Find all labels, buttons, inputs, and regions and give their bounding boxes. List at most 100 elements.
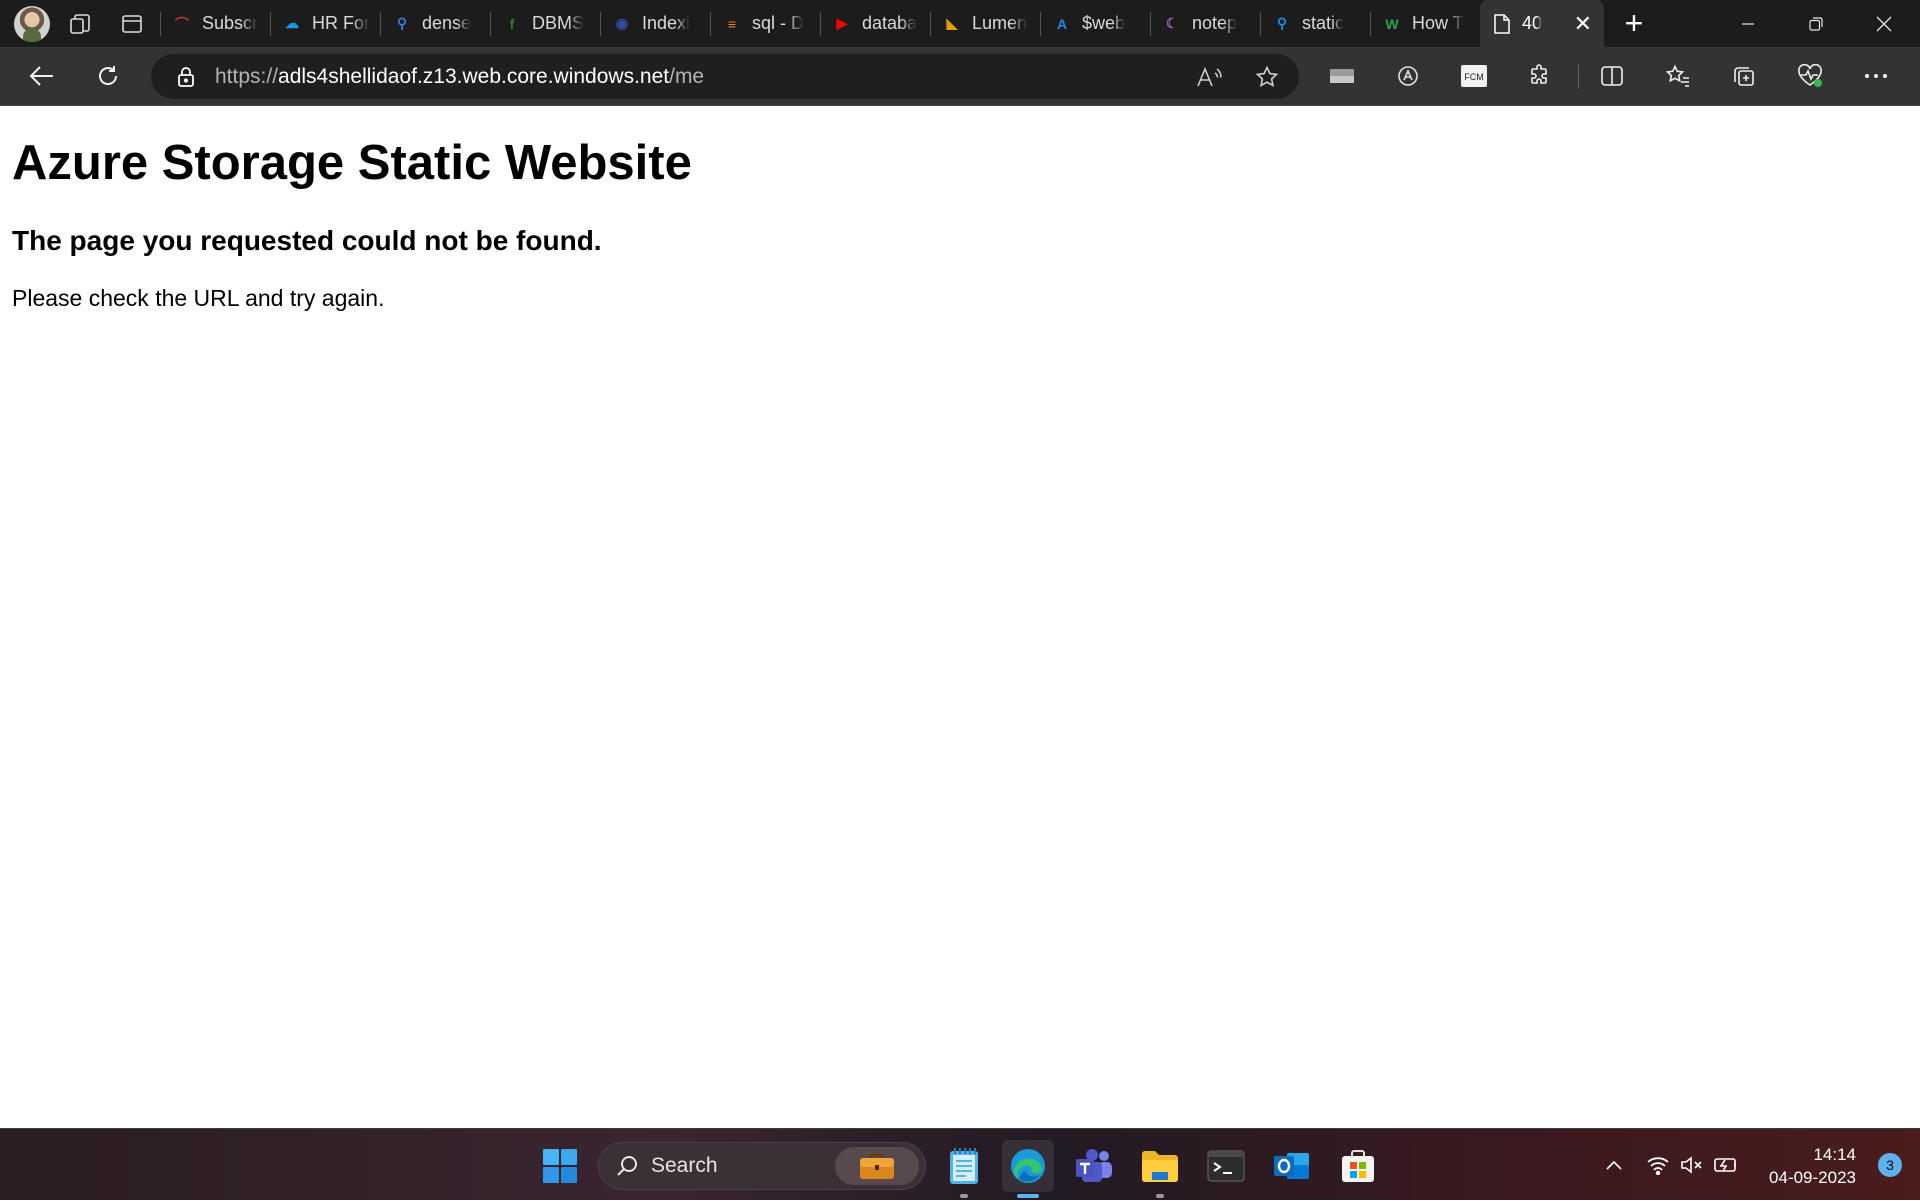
edge-browser-icon [1011, 1149, 1045, 1183]
tab-active[interactable]: 40 ✕ [1480, 0, 1604, 47]
tab-9[interactable]: A $web [1040, 0, 1150, 47]
new-tab-button[interactable]: + [1612, 4, 1656, 44]
running-indicator [1156, 1194, 1164, 1198]
salesforce-icon: ☁ [285, 15, 299, 31]
volume-muted-icon[interactable] [1676, 1155, 1708, 1175]
tab-8[interactable]: ◣ Lumen [930, 0, 1040, 47]
profile-avatar[interactable] [14, 5, 50, 42]
tab-3[interactable]: ⚲ dense [380, 0, 490, 47]
taskbar-store[interactable] [1332, 1140, 1384, 1192]
tab-title: Lumen [972, 13, 1028, 33]
tab-title: sql - D [752, 13, 805, 33]
close-window-button[interactable] [1850, 0, 1918, 47]
tab-6[interactable]: ≡ sql - D [710, 0, 820, 47]
taskbar-file-explorer[interactable] [1134, 1140, 1186, 1198]
favorites-list-icon [1665, 64, 1689, 87]
taskbar-teams[interactable] [1068, 1140, 1120, 1192]
taskbar-search[interactable]: Search [598, 1142, 926, 1190]
outlook-icon [1274, 1153, 1309, 1179]
taskbar-outlook[interactable] [1266, 1140, 1318, 1192]
split-screen-icon [1601, 66, 1623, 86]
url-text[interactable]: https://adls4shellidaof.z13.web.core.win… [215, 65, 704, 89]
tab-7[interactable]: ▶ databa [820, 0, 930, 47]
workspaces-button[interactable] [58, 6, 102, 42]
settings-more-button[interactable] [1854, 54, 1898, 98]
notepad-icon [950, 1148, 978, 1184]
search-highlight-badge[interactable] [835, 1147, 919, 1185]
tab-actions-icon [122, 14, 142, 33]
web-page: Azure Storage Static Website The page yo… [0, 107, 1920, 1127]
address-bar-actions [1187, 54, 1289, 99]
adblock-icon [1398, 66, 1418, 86]
tab-2[interactable]: ☁ HR For [270, 0, 380, 47]
read-aloud-icon[interactable] [1187, 66, 1231, 88]
extension-a-button[interactable] [1386, 54, 1430, 98]
tab-title: databa [862, 13, 918, 33]
tab-11[interactable]: ⚲ static [1260, 0, 1370, 47]
lock-icon[interactable] [175, 66, 197, 88]
back-button[interactable] [20, 54, 64, 98]
extension-screen-button[interactable] [1320, 54, 1364, 98]
minimize-icon [1742, 22, 1754, 25]
workspaces-icon [70, 13, 90, 34]
dbms-icon: f [509, 15, 515, 32]
running-indicator [960, 1194, 968, 1198]
tab-title: How T [1412, 13, 1464, 33]
minimize-button[interactable] [1714, 0, 1782, 47]
lumen-icon: ◣ [946, 15, 958, 31]
show-hidden-icons-icon[interactable] [1600, 1159, 1628, 1171]
toolbar-separator [1578, 65, 1579, 89]
search-icon: ⚲ [396, 15, 408, 31]
globe-icon: ◉ [615, 15, 629, 31]
wikihow-icon: W [1385, 15, 1399, 32]
tab-10[interactable]: ☾ notep [1150, 0, 1260, 47]
heartbeat-icon [1798, 64, 1822, 87]
refresh-icon [99, 66, 118, 85]
store-icon [1342, 1150, 1374, 1182]
tab-title: Indexi [642, 13, 691, 33]
taskbar-notepad[interactable] [938, 1140, 990, 1198]
extensions-button[interactable] [1518, 54, 1562, 98]
restore-button[interactable] [1782, 0, 1850, 47]
battery-charging-icon[interactable] [1708, 1155, 1744, 1175]
taskbar-clock[interactable]: 14:14 04-09-2023 [1769, 1143, 1856, 1189]
windows-logo-icon [543, 1149, 577, 1183]
browser-toolbar: https://adls4shellidaof.z13.web.core.win… [0, 47, 1920, 106]
search-icon: ⚲ [1276, 15, 1288, 31]
tab-4[interactable]: f DBMS [490, 0, 600, 47]
close-tab-icon[interactable]: ✕ [1574, 12, 1592, 35]
taskbar-terminal[interactable] [1200, 1140, 1252, 1192]
taskbar-edge[interactable] [1002, 1140, 1054, 1198]
tab-title: Subscr [202, 13, 259, 33]
url-scheme: https:// [215, 64, 279, 88]
start-button[interactable] [534, 1140, 586, 1192]
wifi-icon[interactable] [1640, 1155, 1676, 1175]
subscription-icon: ⌒ [175, 15, 189, 32]
tab-1[interactable]: ⌒ Subscr [160, 0, 270, 47]
notification-badge[interactable]: 3 [1878, 1153, 1902, 1177]
more-icon [1865, 74, 1887, 78]
split-screen-button[interactable] [1590, 54, 1634, 98]
browser-essentials-button[interactable] [1788, 54, 1832, 98]
back-arrow-icon [29, 66, 53, 86]
search-label: Search [651, 1154, 718, 1177]
extension-fcm-button[interactable]: FCM [1452, 54, 1496, 98]
windows-taskbar: Search 14:14 04-09-2023 3 [0, 1128, 1920, 1200]
stackoverflow-icon: ≡ [727, 15, 737, 32]
tab-5[interactable]: ◉ Indexi [600, 0, 710, 47]
favorites-button[interactable] [1656, 54, 1700, 98]
tab-strip: ⌒ Subscr ☁ HR For ⚲ dense f DBMS ◉ Indexi ≡ sql - D… [0, 0, 1920, 47]
favorite-star-icon[interactable] [1245, 65, 1289, 89]
tab-title: $web [1082, 13, 1126, 33]
folder-icon [1142, 1151, 1178, 1182]
tab-12[interactable]: W How T [1370, 0, 1480, 47]
address-bar[interactable]: https://adls4shellidaof.z13.web.core.win… [151, 54, 1299, 99]
vertical-tabs-button[interactable] [110, 6, 154, 42]
page-title: Azure Storage Static Website [12, 136, 692, 190]
svg-text:FCM: FCM [1464, 72, 1484, 82]
screen-capture-icon [1330, 69, 1354, 83]
url-host: adls4shellidaof.z13.web.core.windows.net [278, 64, 670, 88]
refresh-button[interactable] [86, 54, 130, 98]
briefcase-icon [860, 1154, 894, 1179]
collections-button[interactable] [1722, 54, 1766, 98]
